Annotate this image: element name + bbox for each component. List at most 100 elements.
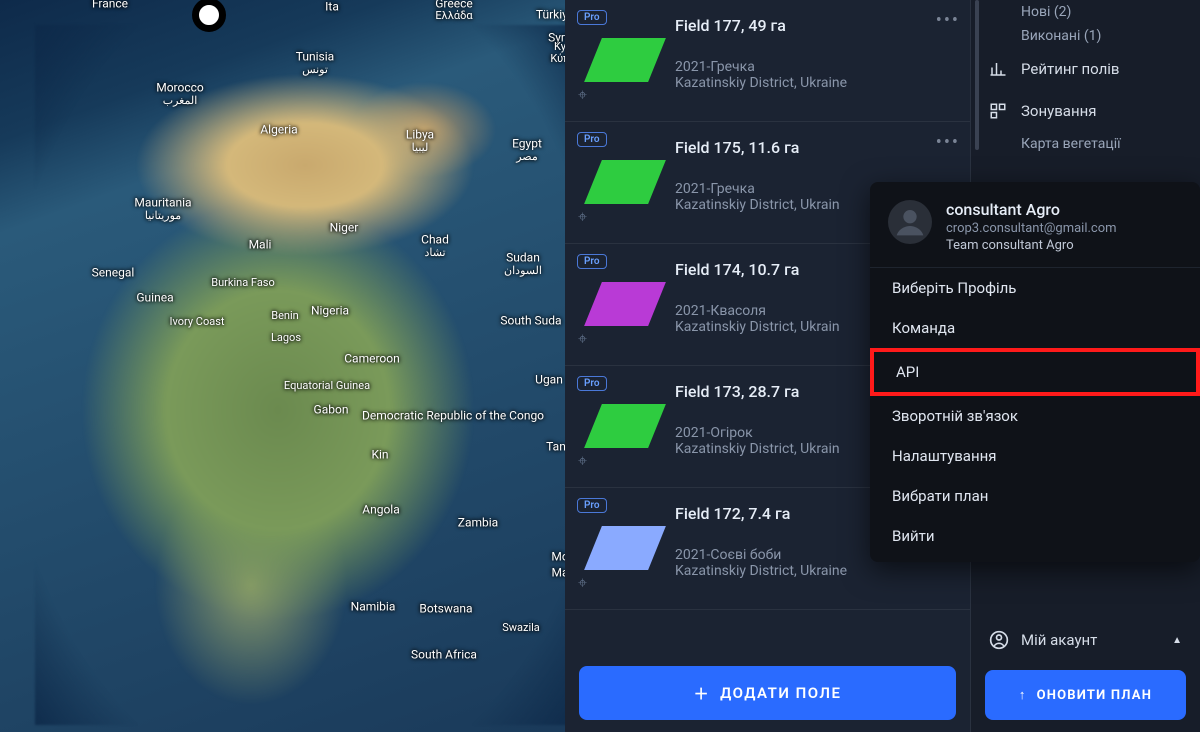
pro-badge: Pro [577, 132, 607, 147]
popover-item-choose-plan[interactable]: Вибрати план [870, 476, 1200, 516]
crosshair-icon[interactable]: ⌖ [578, 207, 587, 227]
map-label: Ky [554, 41, 565, 53]
field-title: Field 177, 49 га [675, 16, 960, 35]
profile-popover: consultant Agro crop3.consultant@gmail.c… [870, 182, 1200, 562]
plus-icon: ＋ [694, 683, 711, 704]
nav-sub-done[interactable]: Виконані (1) [971, 24, 1200, 48]
update-plan-label: ОНОВИТИ ПЛАН [1037, 688, 1153, 703]
popover-header: consultant Agro crop3.consultant@gmail.c… [870, 182, 1200, 268]
map-label: مصر [516, 151, 538, 163]
map-label: Algeria [260, 124, 297, 137]
map-continent [35, 25, 565, 725]
map-label: Ugan [535, 374, 563, 387]
account-row[interactable]: Мій акаунт ▲ [971, 618, 1200, 662]
crosshair-icon[interactable]: ⌖ [578, 573, 587, 593]
map-label: تونس [302, 64, 328, 76]
map-label: Swazila [502, 622, 540, 634]
map-label: Tunisia [296, 51, 334, 64]
map-label: Zambia [458, 517, 498, 530]
field-card[interactable]: Pro ⌖ Field 177, 49 га 2021-Гречка Kazat… [565, 0, 970, 122]
user-circle-icon [989, 630, 1009, 650]
map-label: Nigeria [311, 305, 349, 318]
map-label: Niger [330, 222, 359, 235]
crosshair-icon[interactable]: ⌖ [578, 85, 587, 105]
nav-sub-zoning[interactable]: Карта вегетації [971, 132, 1200, 156]
map-label: تشاد [424, 247, 445, 259]
map-label: المغرب [163, 95, 198, 107]
map-label: Ivory Coast [170, 316, 225, 328]
popover-item-api[interactable]: API [870, 348, 1200, 396]
more-icon[interactable]: ••• [936, 10, 960, 31]
map-label: Senegal [92, 267, 135, 280]
arrow-up-icon: ↑ [1019, 687, 1027, 703]
popover-item-feedback[interactable]: Зворотній зв'язок [870, 396, 1200, 436]
map-label: Angola [362, 504, 399, 517]
map-label: Mauritania [134, 197, 191, 210]
map-label: Cameroon [344, 353, 400, 366]
scrollbar[interactable] [975, 0, 979, 150]
map-label: South Suda [500, 315, 561, 328]
map-label: Botswana [419, 603, 472, 616]
more-icon[interactable]: ••• [936, 132, 960, 153]
popover-email: crop3.consultant@gmail.com [946, 221, 1117, 236]
field-crop: 2021-Гречка [675, 59, 960, 75]
map-label: Sudan [506, 252, 540, 265]
nav-item-label: Рейтинг полів [1021, 60, 1120, 78]
add-field-label: ДОДАТИ ПОЛЕ [720, 684, 841, 702]
field-swatch [584, 38, 666, 82]
map-label: Tan [546, 441, 565, 454]
grid-icon [989, 102, 1007, 120]
nav-sub-new[interactable]: Нові (2) [971, 0, 1200, 24]
map-label: Burkina Faso [211, 277, 275, 289]
field-swatch [584, 160, 666, 204]
crosshair-icon[interactable]: ⌖ [578, 451, 587, 471]
popover-name: consultant Agro [946, 200, 1117, 219]
update-plan-button[interactable]: ↑ ОНОВИТИ ПЛАН [985, 670, 1186, 720]
map-label: Libya [406, 129, 434, 142]
caret-up-icon: ▲ [1172, 635, 1182, 646]
field-location: Kazatinskiy District, Ukraine [675, 563, 960, 579]
pro-badge: Pro [577, 10, 607, 25]
field-title: Field 175, 11.6 га [675, 138, 960, 157]
pro-badge: Pro [577, 376, 607, 391]
popover-item-team[interactable]: Команда [870, 308, 1200, 348]
field-swatch [584, 526, 666, 570]
avatar [888, 200, 932, 244]
map-label: Mo [551, 551, 565, 564]
pro-badge: Pro [577, 254, 607, 269]
field-thumb: Pro ⌖ [571, 132, 671, 233]
map-label: Namibia [351, 601, 396, 614]
map-label: France [92, 0, 128, 10]
map-label: Benin [271, 310, 299, 322]
map-label: Ita [325, 1, 339, 14]
map-label: Morocco [156, 82, 204, 95]
map-label: Ma [551, 567, 565, 580]
field-thumb: Pro ⌖ [571, 10, 671, 111]
field-thumb: Pro ⌖ [571, 376, 671, 477]
nav-item-rating[interactable]: Рейтинг полів [971, 48, 1200, 90]
field-swatch [584, 404, 666, 448]
add-field-button[interactable]: ＋ ДОДАТИ ПОЛЕ [579, 666, 956, 720]
field-thumb: Pro ⌖ [571, 254, 671, 355]
map-label: Egypt [512, 138, 542, 151]
nav-item-zoning[interactable]: Зонування [971, 90, 1200, 132]
popover-item-select-profile[interactable]: Виберіть Профіль [870, 268, 1200, 308]
popover-item-logout[interactable]: Вийти [870, 516, 1200, 556]
map-area[interactable]: France Greece Ελλάδα Ita Türkiye Syri Tu… [0, 0, 565, 732]
bar-chart-icon [989, 60, 1007, 78]
map-label: Equatorial Guinea [284, 380, 370, 392]
account-label: Мій акаунт [1021, 631, 1097, 649]
nav-item-label: Зонування [1021, 102, 1096, 120]
map-label: South Africa [411, 649, 477, 662]
crosshair-icon[interactable]: ⌖ [578, 329, 587, 349]
map-label: Gabon [314, 404, 349, 417]
map-label: السودان [504, 265, 542, 277]
map-label: ليبيا [412, 142, 429, 154]
map-label: Ελλάδα [435, 10, 472, 22]
field-thumb: Pro ⌖ [571, 498, 671, 599]
popover-item-settings[interactable]: Налаштування [870, 436, 1200, 476]
field-location: Kazatinskiy District, Ukraine [675, 75, 960, 91]
map-label: Κύπ [550, 53, 565, 65]
map-label: Mali [249, 239, 272, 252]
map-label: Kin [371, 449, 388, 462]
